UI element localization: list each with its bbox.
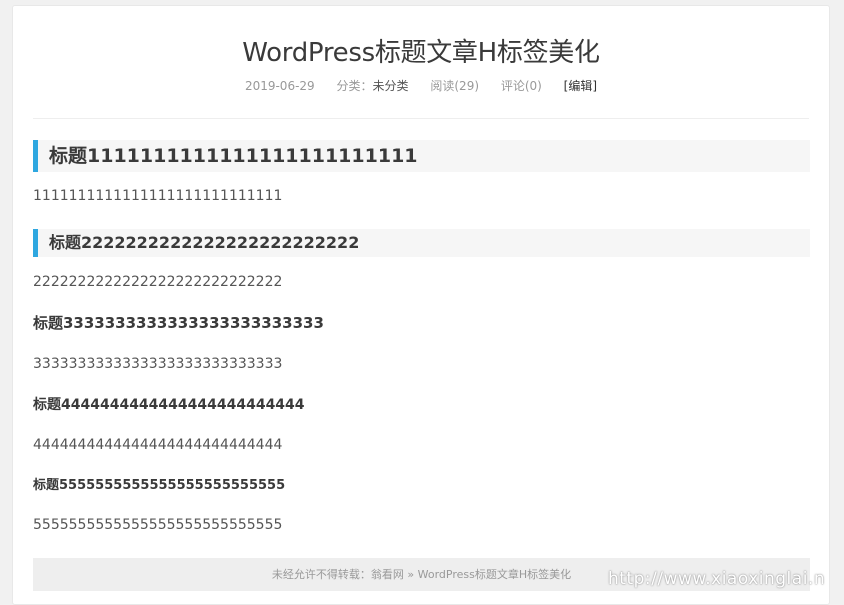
paragraph-1: 1111111111111111111111111111 xyxy=(33,188,283,204)
heading-h5: 标题5555555555555555555555555 xyxy=(33,478,286,493)
heading-h2-1: 标题1111111111111111111111111 xyxy=(33,140,810,172)
paragraph-4: 4444444444444444444444444444 xyxy=(33,437,283,453)
paragraph-3: 3333333333333333333333333333 xyxy=(33,356,283,372)
meta-divider xyxy=(33,118,809,119)
comment-count[interactable]: 评论(0) xyxy=(501,79,542,93)
heading-h4: 标题4444444444444444444444444 xyxy=(33,397,305,413)
heading-h2-2: 标题2222222222222222222222222 xyxy=(33,229,810,257)
heading-h3: 标题3333333333333333333333333 xyxy=(33,314,324,332)
read-count: 阅读(29) xyxy=(430,79,480,93)
post-meta: 2019-06-29 分类：未分类 阅读(29) 评论(0) [编辑] xyxy=(13,77,829,94)
edit-link[interactable]: [编辑] xyxy=(564,79,597,93)
article-card: WordPress标题文章H标签美化 2019-06-29 分类：未分类 阅读(… xyxy=(12,5,830,605)
post-date: 2019-06-29 xyxy=(244,79,315,93)
category-link[interactable]: 未分类 xyxy=(373,79,409,93)
watermark-text: http://www.xiaoxinglai.n xyxy=(608,569,826,589)
category-label: 分类： xyxy=(336,79,373,93)
post-title: WordPress标题文章H标签美化 xyxy=(242,38,600,68)
paragraph-5: 5555555555555555555555555555 xyxy=(33,517,283,533)
post-category: 分类：未分类 xyxy=(337,79,409,93)
paragraph-2: 2222222222222222222222222222 xyxy=(33,274,283,290)
